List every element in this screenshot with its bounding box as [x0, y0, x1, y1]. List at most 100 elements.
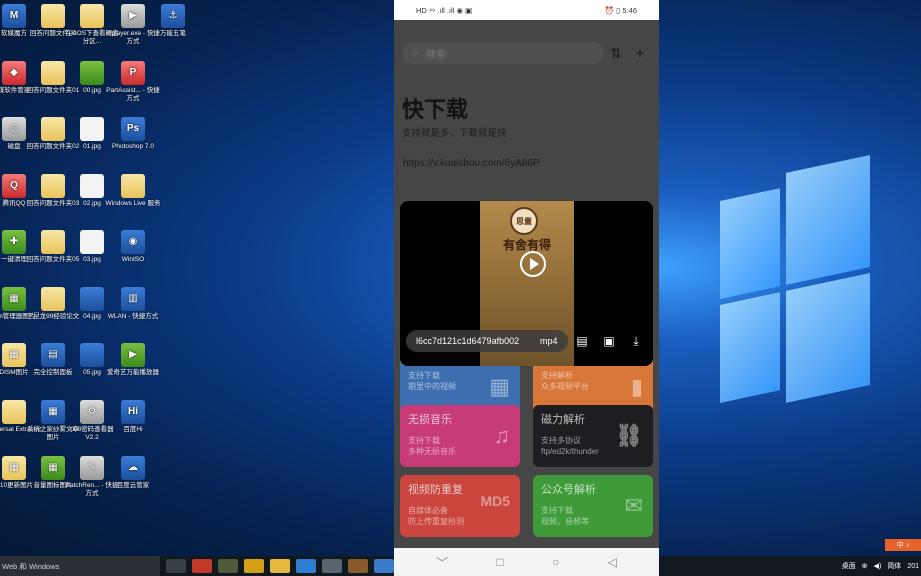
desktop-icon-glyph: ▶	[121, 343, 145, 367]
video-extension: mp4	[540, 336, 558, 346]
taskbar-app-bird-icon[interactable]	[322, 559, 342, 573]
desktop-icon-glyph: ▥	[121, 286, 145, 311]
tray-desktop-label[interactable]: 桌面	[842, 561, 856, 571]
feature-card-magnet[interactable]: 磁力解析 支持多协议 ftp/ed2k/thunder ⛓	[533, 405, 653, 467]
desktop-icon-glyph	[80, 60, 104, 85]
desktop-icon[interactable]: P PartAssist... - 快捷方式	[105, 60, 161, 103]
desktop-icon-label: PartAssist... - 快捷方式	[106, 86, 160, 102]
tray-network-icon[interactable]: ⊕	[862, 562, 868, 570]
task-view-icon[interactable]	[166, 559, 186, 573]
phone-icon: ▮	[630, 374, 643, 399]
desktop-icon-glyph: ⚙	[80, 399, 104, 424]
desktop-icon[interactable]: ⚓ 万能五笔	[145, 4, 201, 38]
taskbar-app-wand-icon[interactable]	[218, 559, 238, 573]
desktop-icon-glyph	[80, 230, 104, 254]
add-icon[interactable]: +	[628, 42, 652, 64]
desktop-icon-glyph: ▦	[2, 286, 26, 311]
image-icon[interactable]: ▣	[600, 332, 618, 350]
ime-badge[interactable]: 中 ♪	[885, 539, 921, 551]
desktop-icon[interactable]: ▶ 爱奇艺万能播放器	[105, 343, 161, 377]
phone-status-bar: HD ⁴⁶ .ıll .ıll ◉ ▣ ⏰ ▯ 5:46	[394, 0, 659, 20]
thumbnail-seal: 思量	[510, 207, 538, 235]
nav-recents-icon[interactable]: □	[496, 555, 503, 569]
sort-icon[interactable]: ⇅	[604, 42, 628, 64]
file-explorer-icon[interactable]	[270, 559, 290, 573]
page-title: 快下载	[402, 97, 469, 122]
md5-icon: MD5	[480, 493, 510, 509]
desktop-icon[interactable]: Windows Live 服务	[105, 173, 161, 208]
desktop-icon[interactable]: Hi 百度Hi	[105, 399, 161, 434]
video-preview-card[interactable]: 思量 有舍有得 l6cc7d121c1d6479afb002 mp4 ▤ ▣ ⤓	[400, 201, 653, 366]
status-signal: HD ⁴⁶ .ıll .ıll ◉ ▣	[416, 5, 473, 15]
desktop-icon-glyph	[41, 286, 65, 311]
desktop-icon-glyph: ▦	[2, 343, 26, 367]
desktop-icon-glyph: ◉	[121, 230, 145, 254]
copy-icon[interactable]: ▤	[573, 332, 591, 350]
desktop-icon-glyph: Hi	[121, 399, 145, 424]
desktop-icon-glyph: ✎	[80, 456, 104, 480]
desktop-icon-glyph	[80, 286, 104, 311]
tray-ime-label[interactable]: 简体	[887, 561, 901, 571]
taskbar-app-red-icon[interactable]	[192, 559, 212, 573]
desktop-icon-label: 爱奇艺万能播放器	[107, 369, 159, 376]
system-tray: 桌面 ⊕ ◀) 简体 201	[842, 556, 921, 576]
desktop-icon-glyph	[41, 4, 65, 28]
desktop-icon-glyph	[121, 173, 145, 198]
taskbar-app-brown-icon[interactable]	[348, 559, 368, 573]
desktop-icon-glyph	[41, 173, 65, 198]
desktop-icon[interactable]: ▥ WLAN - 快捷方式	[105, 286, 161, 321]
desktop-icon-glyph	[80, 117, 104, 141]
feature-card-wechat[interactable]: 公众号解析 支持下载 视频，音频等 ✉	[533, 475, 653, 537]
desktop-icon-glyph: Ps	[121, 117, 145, 141]
nav-collapse-icon[interactable]: ﹀	[436, 554, 448, 571]
desktop-icon-glyph: M	[2, 4, 26, 28]
desktop-icon-glyph: ◎	[2, 117, 26, 141]
desktop-icon-glyph: Q	[2, 173, 26, 198]
taskbar-search[interactable]: Web 和 Windows	[0, 556, 160, 576]
desktop-icon-glyph	[41, 117, 65, 141]
desktop-icon-glyph: ▦	[41, 456, 65, 480]
wechat-icon: ✉	[624, 493, 643, 518]
page-subtitle: 支持就是多，下载就是快	[402, 128, 507, 139]
desktop-icon-glyph: ☁	[121, 456, 145, 480]
desktop-icon-glyph: ▦	[41, 399, 65, 424]
desktop-icon-label: WLAN - 快捷方式	[107, 312, 159, 320]
tray-volume-icon[interactable]: ◀)	[874, 562, 882, 570]
desktop-icon-glyph	[80, 173, 104, 198]
download-icon[interactable]: ⤓	[627, 332, 645, 350]
status-right: ⏰ ▯ 5:46	[604, 5, 637, 15]
desktop-icon-label: 百度Hi	[123, 425, 143, 433]
desktop-icon-label: Photoshop 7.0	[112, 143, 154, 150]
status-time: 5:46	[622, 5, 637, 15]
tray-clock[interactable]: 201	[907, 563, 919, 570]
feature-card-dedupe[interactable]: 视频防重复 自媒体必备 防上传重复检测 MD5	[400, 475, 520, 537]
phone-mirror-window: HD ⁴⁶ .ıll .ıll ◉ ▣ ⏰ ▯ 5:46 ○ 搜索 ⇅ + 快下…	[394, 0, 659, 576]
taskbar-app-shield-icon[interactable]	[244, 559, 264, 573]
app-body: ○ 搜索 ⇅ + 快下载 支持就是多，下载就是快 https://v.kuais…	[394, 20, 659, 548]
play-icon[interactable]	[520, 251, 546, 277]
store-icon[interactable]	[296, 559, 316, 573]
nav-back-icon[interactable]: ◁	[608, 555, 617, 569]
desktop-icon-glyph: ▶	[121, 4, 145, 28]
desktop-icon[interactable]: Ps Photoshop 7.0	[105, 117, 161, 151]
desktop-icon[interactable]: ◉ WinISO	[105, 230, 161, 264]
nav-home-icon[interactable]: ○	[552, 555, 559, 569]
desktop-icon-glyph	[80, 4, 104, 28]
desktop-icon-glyph	[2, 399, 26, 424]
url-input[interactable]: https://v.kuaishou.com/6yA86P	[403, 158, 540, 169]
taskbar-app-blue-icon[interactable]	[374, 559, 394, 573]
phone-nav-bar: ﹀ □ ○ ◁	[394, 548, 659, 576]
music-icon: ♫	[493, 423, 511, 448]
search-icon: ○	[412, 47, 419, 59]
feature-card-lossless-music[interactable]: 无损音乐 支持下载 多种无损音乐 ♫	[400, 405, 520, 467]
desktop-icon[interactable]: ☁ 百度云管家	[105, 456, 161, 490]
desktop-icon-glyph: ✚	[2, 230, 26, 254]
desktop-icon-glyph: ▦	[2, 456, 26, 480]
search-input[interactable]: ○ 搜索	[402, 42, 604, 64]
search-row: ○ 搜索 ⇅ +	[402, 42, 652, 64]
desktop-icon-label: 万能五笔	[160, 30, 186, 37]
link-icon: ⛓	[615, 423, 643, 448]
desktop-icon-glyph: P	[121, 60, 145, 85]
thumbnail-text: 有舍有得	[502, 238, 551, 252]
desktop-icon-glyph: ⚓	[161, 4, 185, 28]
